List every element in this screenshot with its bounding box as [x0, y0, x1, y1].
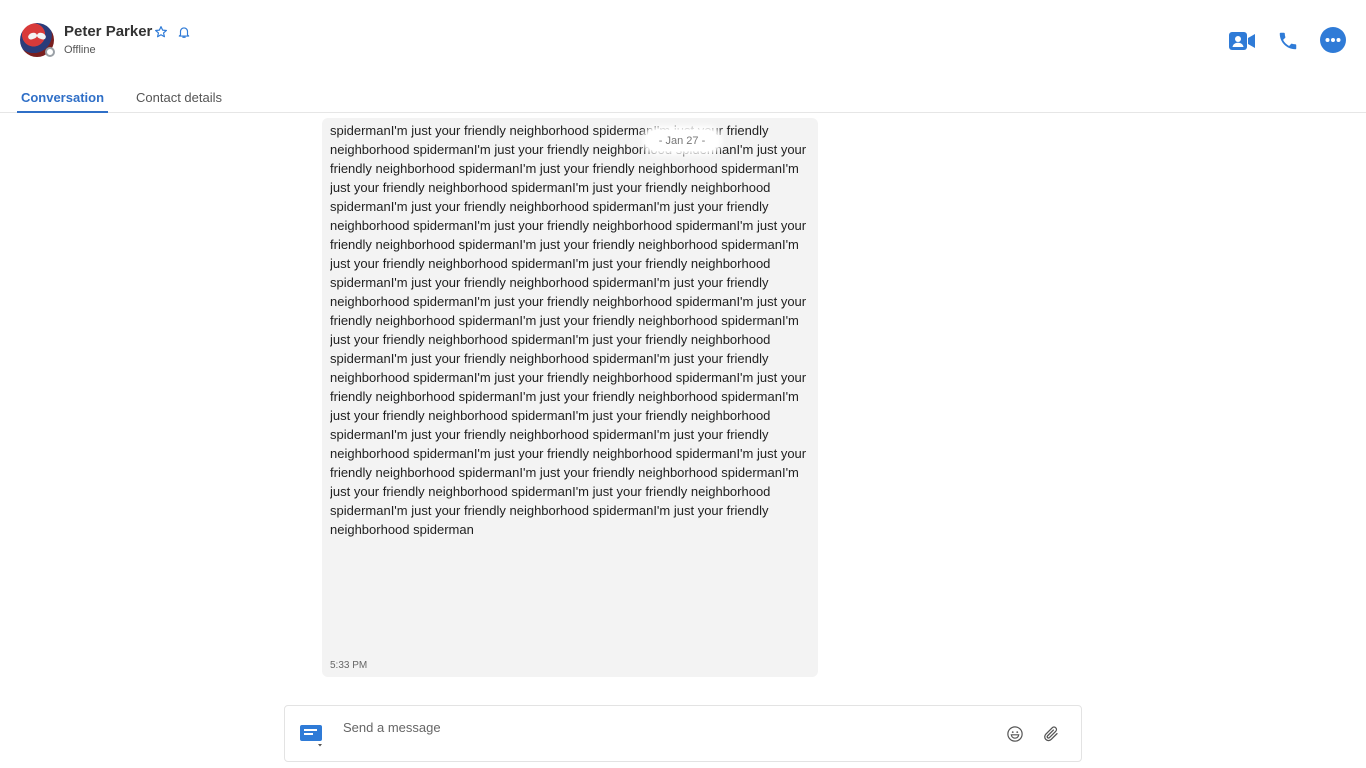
- contact-status: Offline: [64, 44, 96, 56]
- star-icon[interactable]: [154, 25, 168, 39]
- conversation-header: Peter Parker Offline: [0, 0, 1366, 80]
- message-type-icon[interactable]: [300, 725, 324, 747]
- emoji-icon[interactable]: [1006, 725, 1024, 743]
- message-bubble: spidermanI'm just your friendly neighbor…: [322, 118, 818, 677]
- phone-icon[interactable]: [1275, 28, 1301, 54]
- date-separator: - Jan 27 -: [646, 130, 718, 151]
- message-composer: [284, 705, 1082, 762]
- more-icon[interactable]: [1320, 27, 1346, 53]
- tab-contact-details[interactable]: Contact details: [136, 90, 222, 113]
- message-text: spidermanI'm just your friendly neighbor…: [330, 123, 807, 537]
- presence-indicator: [45, 47, 55, 57]
- contact-name: Peter Parker: [64, 23, 153, 40]
- message-input[interactable]: [343, 716, 983, 738]
- paperclip-icon[interactable]: [1042, 725, 1060, 743]
- video-call-icon[interactable]: [1229, 28, 1255, 54]
- bell-icon[interactable]: [177, 25, 191, 39]
- tab-conversation[interactable]: Conversation: [17, 90, 108, 113]
- tab-bar: Conversation Contact details: [0, 84, 1366, 113]
- message-timestamp: 5:33 PM: [330, 660, 368, 671]
